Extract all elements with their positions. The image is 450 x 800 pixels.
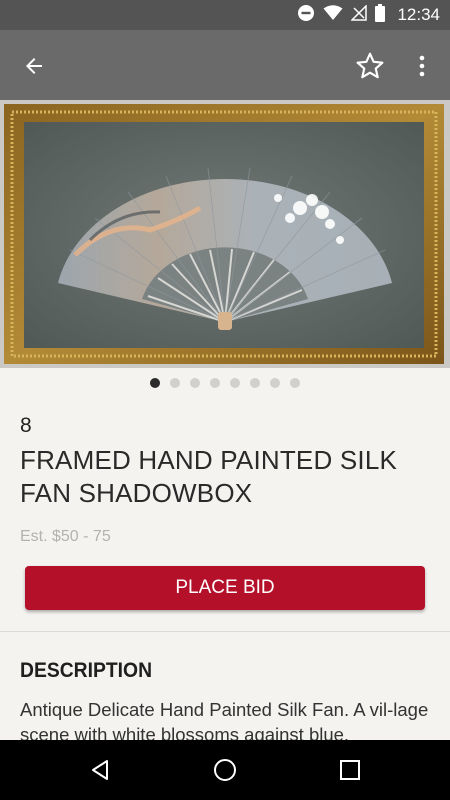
- carousel-dot[interactable]: [250, 378, 260, 388]
- carousel-dot[interactable]: [170, 378, 180, 388]
- carousel-indicator: [0, 378, 450, 392]
- status-icons: 12:34: [297, 0, 440, 30]
- favorite-button[interactable]: [352, 48, 388, 84]
- wifi-icon: [323, 5, 343, 25]
- place-bid-button[interactable]: PLACE BID: [25, 566, 425, 610]
- section-divider: [0, 631, 450, 632]
- clock: 12:34: [397, 5, 440, 24]
- carousel-dot[interactable]: [230, 378, 240, 388]
- lot-title: FRAMED HAND PAINTED SILK FAN SHADOWBOX: [20, 445, 398, 508]
- back-button[interactable]: [18, 50, 50, 82]
- description-heading: DESCRIPTION: [20, 659, 153, 682]
- lot-estimate: Est. $50 - 75: [20, 528, 111, 545]
- system-nav-bar: [0, 740, 450, 800]
- carousel-dot[interactable]: [290, 378, 300, 388]
- status-bar: 12:34: [0, 0, 450, 30]
- app-bar: [0, 30, 450, 100]
- nav-home-button[interactable]: [205, 750, 245, 790]
- star-outline-icon: [356, 52, 384, 79]
- nav-recents-button[interactable]: [330, 750, 370, 790]
- circle-home-icon: [214, 759, 236, 781]
- more-vert-icon: [419, 55, 425, 77]
- carousel-dot[interactable]: [150, 378, 160, 388]
- no-signal-icon: [350, 4, 368, 25]
- carousel-dot[interactable]: [270, 378, 280, 388]
- battery-icon: [375, 4, 386, 26]
- carousel-dot[interactable]: [190, 378, 200, 388]
- overflow-menu-button[interactable]: [410, 48, 434, 84]
- square-recents-icon: [340, 760, 360, 780]
- nav-back-button[interactable]: [80, 750, 120, 790]
- framed-fan-picture: [0, 100, 450, 368]
- carousel-dot[interactable]: [210, 378, 220, 388]
- triangle-back-icon: [92, 760, 108, 780]
- do-not-disturb-icon: [297, 4, 315, 26]
- arrow-back-icon: [26, 58, 42, 74]
- lot-image[interactable]: [0, 100, 450, 368]
- lot-number: 8: [20, 414, 32, 437]
